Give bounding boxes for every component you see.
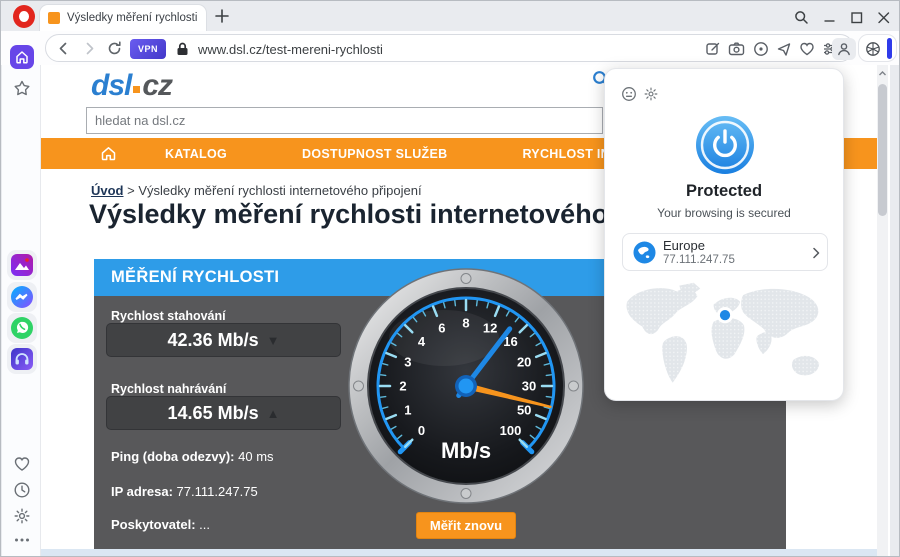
breadcrumb: Úvod > Výsledky měření rychlosti interne…	[91, 183, 422, 198]
profile-button[interactable]	[832, 38, 856, 60]
svg-text:0: 0	[418, 423, 425, 438]
bookmark-heart-icon[interactable]	[799, 41, 815, 57]
tab-bar: Výsledky měření rychlosti	[1, 1, 899, 31]
svg-text:50: 50	[517, 403, 531, 418]
sidebar	[2, 45, 41, 556]
lock-icon[interactable]	[176, 42, 189, 56]
start-page-button[interactable]	[10, 45, 34, 69]
svg-text:6: 6	[438, 320, 445, 335]
vpn-popup: Protected Your browsing is secured Europ…	[604, 68, 844, 401]
url-text[interactable]: www.dsl.cz/test-mereni-rychlosti	[198, 42, 383, 57]
vpn-subtitle-text: Your browsing is secured	[657, 206, 791, 220]
svg-text:3: 3	[404, 354, 411, 369]
close-button[interactable]	[876, 10, 891, 25]
upload-value-box[interactable]: 14.65 Mb/s ▲	[106, 396, 341, 430]
speed-gauge: 0 1 2 3 4 6 8 12 16 20 30 50 100 Mb/s	[346, 266, 586, 506]
breadcrumb-home-link[interactable]: Úvod	[91, 183, 124, 198]
scrollbar[interactable]	[877, 65, 888, 556]
vpn-location-name: Europe	[663, 238, 705, 253]
minimize-button[interactable]	[822, 10, 837, 25]
search-tabs-icon[interactable]	[794, 10, 809, 25]
camera-icon[interactable]	[728, 41, 745, 57]
opera-menu-icon[interactable]	[13, 5, 35, 28]
provider-line: Poskytovatel: ...	[111, 517, 211, 532]
world-map	[614, 279, 836, 395]
svg-text:4: 4	[418, 334, 426, 349]
svg-text:1: 1	[404, 403, 411, 418]
forward-icon[interactable]	[82, 41, 97, 56]
scrollbar-thumb[interactable]	[878, 84, 887, 216]
gauge-unit-label: Mb/s	[441, 438, 491, 463]
settings-gear-icon[interactable]	[13, 507, 31, 525]
nav-item-katalog[interactable]: KATALOG	[165, 147, 227, 161]
site-logo[interactable]: dsl cz	[91, 69, 173, 103]
logo-dot	[133, 86, 141, 93]
vpn-location-ip: 77.111.247.75	[663, 254, 735, 266]
tab-title: Výsledky měření rychlosti	[67, 12, 198, 24]
snapshot-edit-icon[interactable]	[705, 41, 721, 57]
nav-home-icon[interactable]	[100, 145, 117, 162]
extensions-cube-icon[interactable]	[865, 41, 881, 57]
svg-text:8: 8	[462, 316, 469, 331]
svg-text:100: 100	[500, 423, 522, 438]
svg-text:12: 12	[483, 320, 497, 335]
vpn-power-button[interactable]	[695, 115, 755, 175]
upload-arrow-icon: ▲	[266, 405, 280, 421]
europe-globe-icon	[633, 241, 656, 264]
scroll-up-icon[interactable]	[878, 69, 887, 78]
download-value-box[interactable]: 42.36 Mb/s ▼	[106, 323, 341, 357]
reload-icon[interactable]	[106, 40, 123, 57]
browser-tab[interactable]: Výsledky měření rychlosti	[39, 4, 207, 31]
page-bottom-strip	[41, 549, 878, 556]
history-clock-icon[interactable]	[13, 481, 31, 499]
browser-window: Výsledky měření rychlosti VPN www.dsl.cz…	[0, 0, 900, 557]
nav-item-dostupnost[interactable]: DOSTUPNOST SLUŽEB	[302, 147, 447, 161]
vpn-badge[interactable]: VPN	[130, 39, 166, 59]
liked-pages-heart-icon[interactable]	[13, 455, 31, 473]
new-tab-button[interactable]	[213, 7, 231, 25]
instagram-app-button[interactable]	[7, 250, 37, 280]
ping-line: Ping (doba odezvy): 40 ms	[111, 449, 274, 464]
player-app-button[interactable]	[7, 344, 37, 374]
tracker-shield-icon[interactable]	[753, 41, 769, 57]
vpn-location-selector[interactable]: Europe 77.111.247.75	[622, 233, 828, 271]
maximize-button[interactable]	[849, 10, 864, 25]
messenger-app-button[interactable]	[7, 282, 37, 312]
more-options-icon[interactable]	[14, 537, 30, 543]
breadcrumb-current: Výsledky měření rychlosti internetového …	[138, 183, 422, 198]
send-to-device-icon[interactable]	[776, 41, 792, 57]
svg-text:30: 30	[522, 379, 536, 394]
pinboard-star-icon[interactable]	[12, 79, 32, 99]
svg-text:20: 20	[517, 354, 531, 369]
vpn-status-text: Protected	[685, 182, 763, 200]
vpn-location-marker	[716, 306, 734, 324]
chevron-right-icon	[811, 247, 821, 259]
upload-label: Rychlost nahrávání	[111, 382, 227, 396]
feedback-smiley-icon[interactable]	[621, 86, 637, 102]
back-icon[interactable]	[56, 41, 71, 56]
svg-text:2: 2	[399, 379, 406, 394]
ip-line: IP adresa: 77.111.247.75	[111, 484, 258, 499]
vpn-settings-gear-icon[interactable]	[643, 86, 659, 102]
site-search-input[interactable]	[86, 107, 603, 134]
whatsapp-app-button[interactable]	[7, 313, 37, 343]
download-label: Rychlost stahování	[111, 309, 226, 323]
address-bar[interactable]: VPN www.dsl.cz/test-mereni-rychlosti	[45, 34, 856, 62]
tab-favicon	[48, 12, 60, 24]
measure-again-button[interactable]: Měřit znovu	[416, 512, 516, 539]
download-arrow-icon: ▼	[266, 332, 280, 348]
sidebar-handle[interactable]	[887, 38, 892, 59]
extensions-group	[858, 34, 897, 62]
toolbar: VPN www.dsl.cz/test-mereni-rychlosti	[1, 31, 899, 65]
